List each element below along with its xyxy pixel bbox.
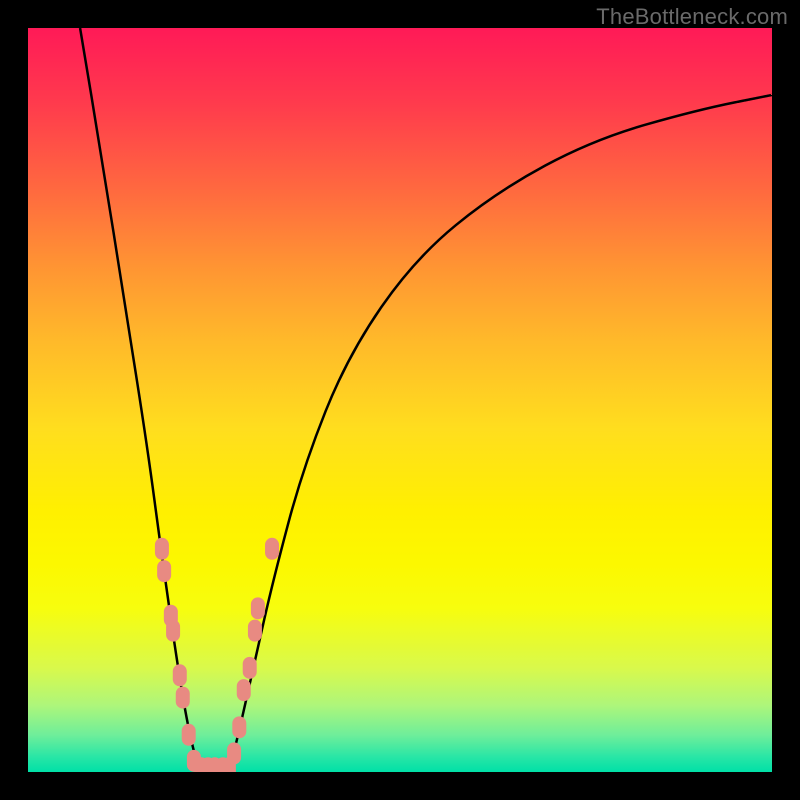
marker-left-5 — [176, 687, 190, 709]
curve-group — [80, 28, 772, 772]
marker-group — [155, 538, 279, 772]
marker-right-8 — [265, 538, 279, 560]
curve-curve-left — [80, 28, 199, 772]
marker-left-3 — [166, 620, 180, 642]
marker-left-6 — [182, 724, 196, 746]
chart-svg — [28, 28, 772, 772]
marker-right-5 — [243, 657, 257, 679]
marker-left-4 — [173, 664, 187, 686]
plot-area — [28, 28, 772, 772]
curve-curve-right — [229, 95, 772, 772]
marker-right-4 — [237, 679, 251, 701]
marker-right-6 — [248, 620, 262, 642]
marker-right-3 — [232, 716, 246, 738]
marker-left-1 — [157, 560, 171, 582]
marker-left-0 — [155, 538, 169, 560]
watermark-label: TheBottleneck.com — [596, 4, 788, 30]
marker-right-7 — [251, 597, 265, 619]
chart-frame: TheBottleneck.com — [0, 0, 800, 800]
marker-right-2 — [227, 742, 241, 764]
